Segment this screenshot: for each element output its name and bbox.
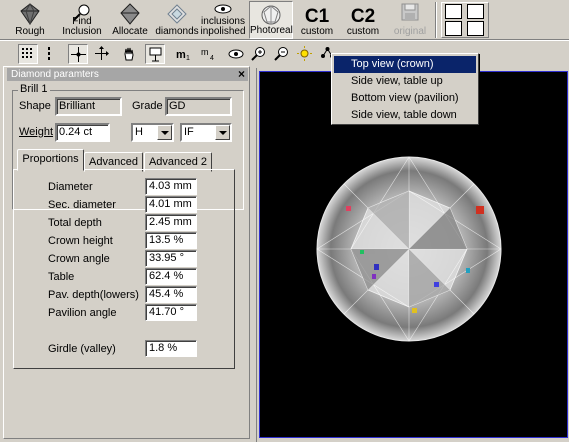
layout-quad-icon[interactable] (445, 21, 462, 36)
toolbar-separator (435, 2, 437, 38)
total-depth-label: Total depth (48, 217, 102, 229)
menu-item-side-view-table-down[interactable]: Side view, table down (334, 107, 476, 124)
svg-text:4: 4 (210, 55, 214, 61)
eye-icon (228, 49, 244, 59)
photoreal-button[interactable]: Photoreal (249, 1, 293, 39)
grade-field[interactable]: GD (165, 97, 232, 116)
light-button[interactable] (295, 44, 315, 64)
m1-icon: m1 (176, 49, 190, 61)
chevron-down-icon[interactable] (157, 125, 172, 140)
diamond-render (316, 156, 502, 342)
table-label: Table (48, 271, 75, 283)
custom-c2-button[interactable]: C2 custom (345, 1, 381, 39)
custom-c1-button[interactable]: C1 custom (299, 1, 335, 39)
zoom-in-icon (251, 47, 265, 61)
sec-diameter-field[interactable]: 4.01 mm (145, 196, 197, 213)
total-depth-field[interactable]: 2.45 mm (145, 214, 197, 231)
sec-diameter-label: Sec. diameter (48, 199, 116, 211)
m4-button[interactable]: m4 (198, 44, 218, 64)
projector-icon (149, 47, 162, 62)
menu-item-bottom-view[interactable]: Bottom view (pavilion) (334, 90, 476, 107)
crown-angle-label: Crown angle (48, 253, 110, 265)
crown-height-label: Crown height (48, 235, 113, 247)
view-dropdown-menu: Top view (crown) Side view, table up Bot… (331, 53, 479, 125)
svg-text:1: 1 (186, 55, 190, 61)
original-button[interactable]: original (392, 1, 428, 39)
tab-proportions[interactable]: Proportions (17, 149, 84, 171)
dotted-line-icon (48, 47, 50, 60)
projector-button[interactable] (145, 44, 165, 64)
zoom-out-icon (274, 47, 288, 61)
allocate-button[interactable]: Allocate (110, 1, 150, 39)
girdle-field[interactable]: 1.8 % (145, 340, 197, 357)
find-inclusion-button[interactable]: Find Inclusion (62, 1, 102, 39)
pav-depth-label: Pav. depth(lowers) (48, 289, 139, 301)
shape-label: Shape (19, 100, 51, 112)
color-select[interactable]: H (131, 123, 174, 142)
m4-icon: m4 (201, 47, 214, 61)
grid-toggle-button[interactable] (18, 44, 38, 64)
main-toolbar: Rough Find Inclusion Allocate diamonds i… (0, 0, 569, 40)
move-cross-icon (71, 47, 86, 62)
grid-icon (22, 48, 32, 58)
weight-field[interactable]: 0.24 ct (55, 123, 110, 142)
c1-text-icon: C1 (304, 6, 330, 27)
layout-triple-icon[interactable] (467, 21, 484, 36)
rough-button[interactable]: Rough (14, 1, 46, 39)
pav-depth-field[interactable]: 45.4 % (145, 286, 197, 303)
layout-buttons (441, 2, 489, 38)
allocate-diamond-icon (119, 3, 141, 28)
chevron-down-icon[interactable] (215, 125, 230, 140)
weight-label: Weight (19, 126, 54, 138)
grade-label: Grade (132, 100, 163, 112)
rough-diamond-icon (19, 2, 41, 28)
c2-text-icon: C2 (350, 6, 376, 27)
dotted-line-button[interactable] (40, 44, 60, 64)
crown-angle-field[interactable]: 33.95 ° (145, 250, 197, 267)
proportions-tab-body (13, 169, 235, 369)
diamond-outline-icon (166, 3, 188, 28)
view-toolbar: m1 m4 (0, 40, 569, 66)
menu-item-top-view[interactable]: Top view (crown) (334, 56, 476, 73)
m1-button[interactable]: m1 (173, 44, 193, 64)
panel-title: Diamond paramters × (7, 68, 248, 81)
save-disk-icon (401, 3, 419, 24)
close-icon[interactable]: × (238, 68, 245, 81)
hand-button[interactable] (120, 44, 140, 64)
zoom-out-button[interactable] (272, 44, 292, 64)
inclusions-in-polished-button[interactable]: inclusions inpolished (200, 1, 246, 39)
diameter-field[interactable]: 4.03 mm (145, 178, 197, 195)
group-legend: Brill 1 (18, 83, 50, 95)
menu-item-side-view-table-up[interactable]: Side view, table up (334, 73, 476, 90)
pavilion-angle-field[interactable]: 41.70 ° (145, 304, 197, 321)
move-arrows-icon (95, 46, 109, 60)
crown-height-field[interactable]: 13.5 % (145, 232, 197, 249)
layout-single-icon[interactable] (445, 4, 462, 19)
zoom-in-button[interactable] (249, 44, 269, 64)
diamonds-button[interactable]: diamonds (155, 1, 199, 39)
layout-split-icon[interactable] (467, 4, 484, 19)
girdle-label: Girdle (valley) (48, 343, 116, 355)
table-field[interactable]: 62.4 % (145, 268, 197, 285)
light-icon (297, 46, 312, 61)
shape-field[interactable]: Brilliant (55, 97, 122, 116)
pavilion-angle-label: Pavilion angle (48, 307, 117, 319)
svg-text:m: m (176, 49, 186, 61)
move-arrows-button[interactable] (92, 44, 112, 64)
clarity-select[interactable]: IF (180, 123, 232, 142)
eye-view-button[interactable] (226, 44, 246, 64)
diameter-label: Diameter (48, 181, 93, 193)
move-cross-button[interactable] (68, 44, 88, 64)
svg-text:m: m (201, 47, 209, 57)
hand-icon (124, 47, 134, 61)
